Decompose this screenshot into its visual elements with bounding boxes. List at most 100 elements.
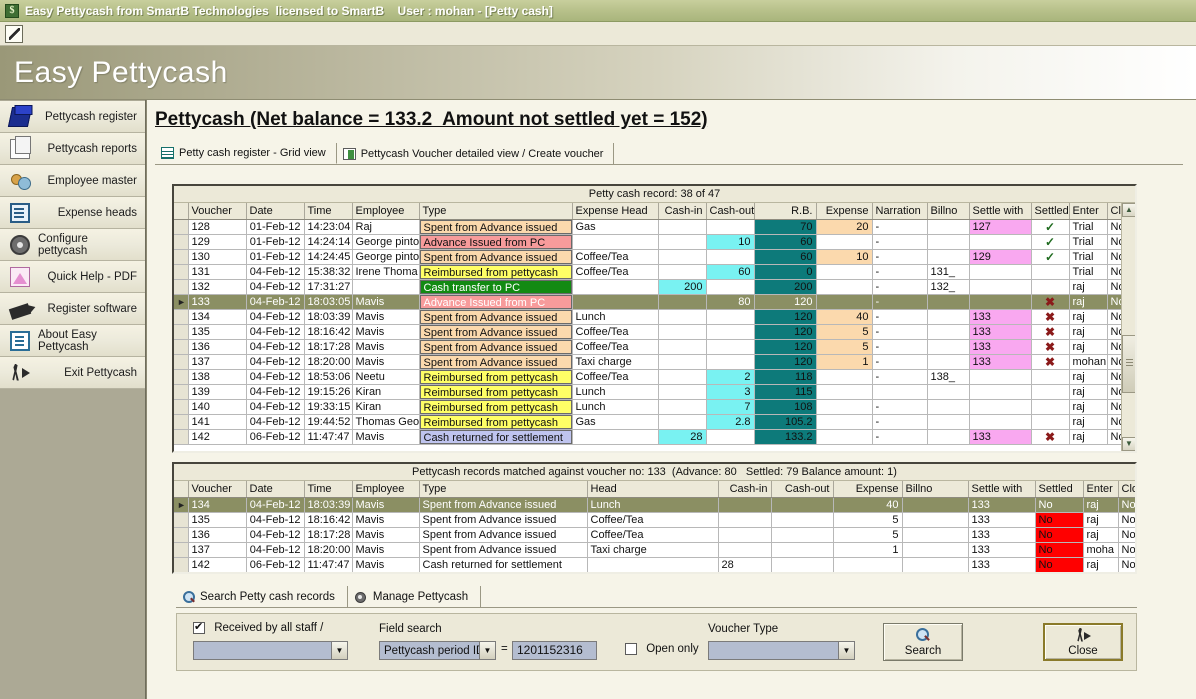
column-header[interactable]: Cash-out: [771, 481, 834, 498]
cell-date[interactable]: 04-Feb-12: [246, 414, 305, 430]
cell-closed[interactable]: No: [1107, 414, 1121, 430]
row-marker[interactable]: [174, 399, 189, 415]
cell-billno[interactable]: 138_: [927, 369, 970, 385]
cell-type[interactable]: Advance Issued from PC: [419, 234, 573, 250]
grid1-scrollbar[interactable]: ▲ ▼: [1121, 203, 1135, 451]
cell-settle-with[interactable]: 133: [968, 542, 1036, 558]
cell-settle-with[interactable]: [969, 264, 1032, 280]
cell-enter[interactable]: mohan: [1069, 354, 1108, 370]
cell-billno[interactable]: [927, 354, 970, 370]
cell-settled[interactable]: ✖: [1031, 324, 1070, 340]
cell-expense[interactable]: 1: [816, 354, 873, 370]
cell-billno[interactable]: [927, 294, 970, 310]
cell-type[interactable]: Reimbursed from pettycash: [419, 384, 573, 400]
cell-billno[interactable]: [927, 219, 970, 235]
cell-voucher[interactable]: 137: [188, 354, 247, 370]
cell-voucher[interactable]: 140: [188, 399, 247, 415]
cell-cash-in[interactable]: [658, 294, 707, 310]
column-header[interactable]: Expense: [833, 481, 903, 498]
cell-employee[interactable]: Mavis: [352, 557, 420, 572]
cell-time[interactable]: 19:44:52: [304, 414, 353, 430]
cell-employee[interactable]: Mavis: [352, 527, 420, 543]
cell-expense[interactable]: 5: [833, 527, 903, 543]
cell-voucher[interactable]: 132: [188, 279, 247, 295]
cell-cash-out[interactable]: 80: [706, 294, 755, 310]
cell-employee[interactable]: Kiran: [352, 399, 420, 415]
cell-date[interactable]: 04-Feb-12: [246, 339, 305, 355]
cell-billno[interactable]: 132_: [927, 279, 970, 295]
cell-settled[interactable]: No: [1035, 512, 1084, 528]
cell-date[interactable]: 04-Feb-12: [246, 324, 305, 340]
sidebar-item-register-software[interactable]: Register software: [0, 293, 145, 325]
cell-expense-head[interactable]: Coffee/Tea: [572, 324, 659, 340]
cell-voucher[interactable]: 142: [188, 429, 247, 445]
cell-type[interactable]: Spent from Advance issued: [419, 219, 573, 235]
cell-narration[interactable]: -: [872, 294, 928, 310]
cell-narration[interactable]: -: [872, 234, 928, 250]
cell-billno[interactable]: [902, 512, 969, 528]
cell-settle-with[interactable]: 133: [969, 354, 1032, 370]
cell-cash-in[interactable]: [658, 354, 707, 370]
cell-settled[interactable]: No: [1035, 557, 1084, 572]
cell-cash-in[interactable]: [718, 542, 772, 558]
cell-employee[interactable]: Neetu: [352, 369, 420, 385]
cell-narration[interactable]: -: [872, 324, 928, 340]
cell-enter[interactable]: raj: [1083, 527, 1119, 543]
cell-closed[interactable]: No: [1107, 234, 1121, 250]
cell-time[interactable]: 18:03:05: [304, 294, 353, 310]
table-row[interactable]: 130 01-Feb-12 14:24:45 George pinto Spent fr…: [174, 249, 1121, 265]
cell-type[interactable]: Cash returned for settlement: [419, 429, 573, 445]
cell-time[interactable]: 17:31:27: [304, 279, 353, 295]
cell-narration[interactable]: -: [872, 219, 928, 235]
cell-billno[interactable]: [927, 414, 970, 430]
cell-settle-with[interactable]: 133: [968, 557, 1036, 572]
cell-settled[interactable]: ✖: [1031, 294, 1070, 310]
cell-cash-in[interactable]: [658, 234, 707, 250]
cell-settled[interactable]: ✓: [1031, 249, 1070, 265]
sidebar-item-employee-master[interactable]: Employee master: [0, 165, 145, 197]
cell-settled[interactable]: No: [1035, 542, 1084, 558]
cell-cash-out[interactable]: [771, 542, 834, 558]
cell-cash-out[interactable]: 60: [706, 264, 755, 280]
cell-voucher[interactable]: 133: [188, 294, 247, 310]
row-marker[interactable]: [174, 354, 189, 370]
cell-enter[interactable]: Trial: [1069, 219, 1108, 235]
cell-settle-with[interactable]: 127: [969, 219, 1032, 235]
row-marker[interactable]: [174, 512, 189, 528]
cell-cash-in[interactable]: 200: [658, 279, 707, 295]
column-header[interactable]: Cash-out: [706, 203, 755, 220]
cell-date[interactable]: 06-Feb-12: [246, 557, 305, 572]
cell-type[interactable]: Spent from Advance issued: [419, 527, 588, 543]
cell-cash-out[interactable]: [771, 557, 834, 572]
cell-enter[interactable]: moha: [1083, 542, 1119, 558]
cell-date[interactable]: 01-Feb-12: [246, 249, 305, 265]
row-marker[interactable]: [174, 557, 189, 572]
cell-enter[interactable]: Trial: [1069, 264, 1108, 280]
field-search-select[interactable]: Pettycash period ID ▼: [379, 641, 496, 660]
cell-settle-with[interactable]: 133: [968, 497, 1036, 513]
cell-settled[interactable]: [1031, 279, 1070, 295]
cell-employee[interactable]: Raj: [352, 219, 420, 235]
cell-cash-in[interactable]: [658, 369, 707, 385]
cell-running-balance[interactable]: 120: [754, 339, 817, 355]
cell-time[interactable]: 19:15:26: [304, 384, 353, 400]
cell-time[interactable]: 18:17:28: [304, 527, 353, 543]
cell-expense[interactable]: [816, 279, 873, 295]
cell-billno[interactable]: [927, 399, 970, 415]
cell-time[interactable]: 19:33:15: [304, 399, 353, 415]
cell-time[interactable]: 18:03:39: [304, 309, 353, 325]
cell-settle-with[interactable]: [969, 399, 1032, 415]
cell-expense[interactable]: 5: [816, 339, 873, 355]
cell-time[interactable]: 18:20:00: [304, 354, 353, 370]
cell-closed[interactable]: No: [1107, 324, 1121, 340]
row-marker[interactable]: ►: [174, 294, 189, 310]
cell-type[interactable]: Reimbursed from pettycash: [419, 369, 573, 385]
cell-head[interactable]: [587, 557, 719, 572]
cell-cash-in[interactable]: [658, 249, 707, 265]
table-row[interactable]: 142 06-Feb-12 11:47:47 Mavis Cash returned f…: [174, 557, 1135, 572]
column-header[interactable]: Enter: [1083, 481, 1119, 498]
cell-time[interactable]: 14:23:04: [304, 219, 353, 235]
cell-employee[interactable]: Irene Thoma: [352, 264, 420, 280]
cell-expense[interactable]: 40: [833, 497, 903, 513]
cell-enter[interactable]: raj: [1069, 279, 1108, 295]
